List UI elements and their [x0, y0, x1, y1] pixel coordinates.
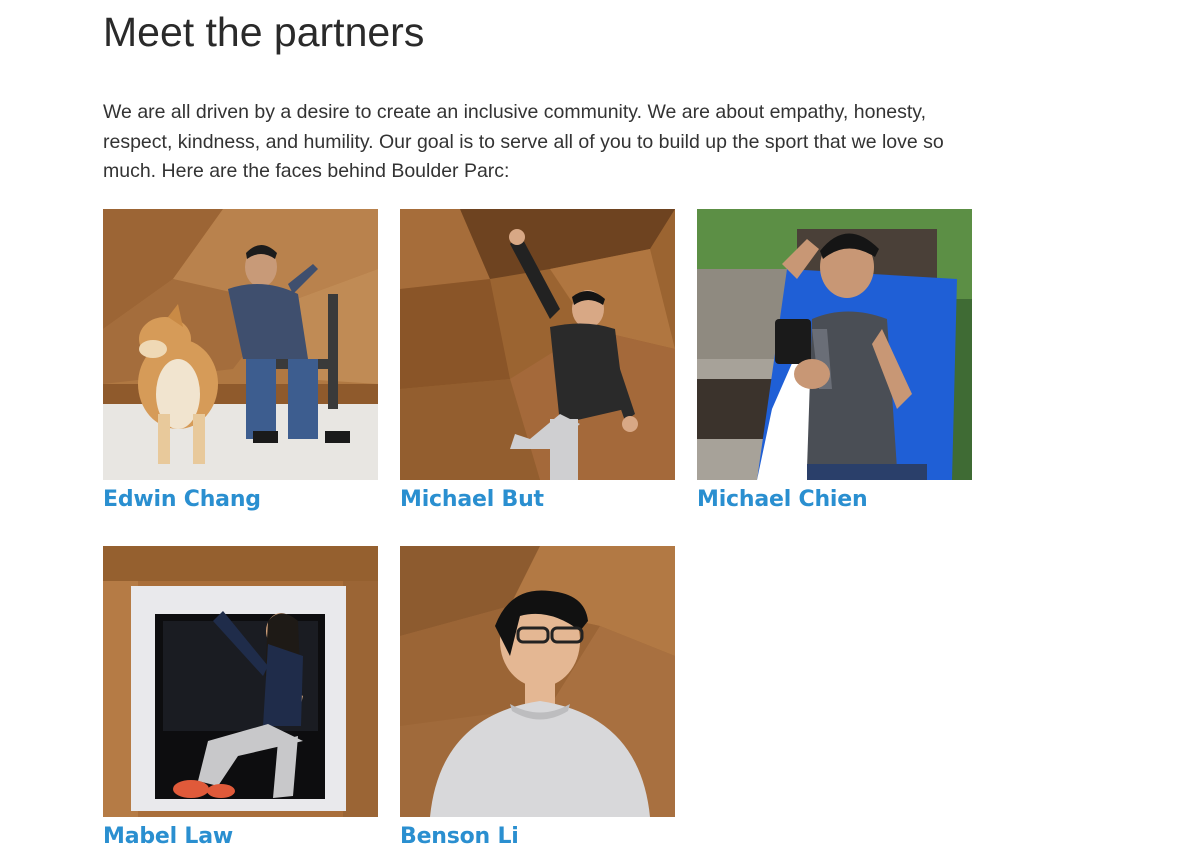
partner-card-michael-but: Michael But	[400, 209, 675, 512]
partner-card-mabel-law: Mabel Law	[103, 546, 378, 849]
partner-card-benson-li: Benson Li	[400, 546, 675, 849]
page-title: Meet the partners	[103, 9, 425, 55]
partner-photo-edwin-chang[interactable]	[103, 209, 378, 480]
partner-name-link[interactable]: Edwin Chang	[103, 485, 261, 515]
partner-photo-michael-chien[interactable]	[697, 209, 972, 480]
partner-photo-mabel-law[interactable]	[103, 546, 378, 817]
photo-image	[103, 546, 378, 817]
photo-image	[400, 546, 675, 817]
partner-card-michael-chien: Michael Chien	[697, 209, 972, 512]
partner-card-edwin-chang: Edwin Chang	[103, 209, 378, 512]
partner-photo-michael-but[interactable]	[400, 209, 675, 480]
photo-image	[697, 209, 972, 480]
partner-photo-benson-li[interactable]	[400, 546, 675, 817]
intro-paragraph: We are all driven by a desire to create …	[103, 101, 944, 182]
photo-image	[103, 209, 378, 480]
partner-name-link[interactable]: Michael Chien	[697, 485, 868, 515]
partner-name-link[interactable]: Benson Li	[400, 822, 519, 852]
partner-name-link[interactable]: Mabel Law	[103, 822, 233, 852]
partner-name-link[interactable]: Michael But	[400, 485, 544, 515]
photo-image	[400, 209, 675, 480]
